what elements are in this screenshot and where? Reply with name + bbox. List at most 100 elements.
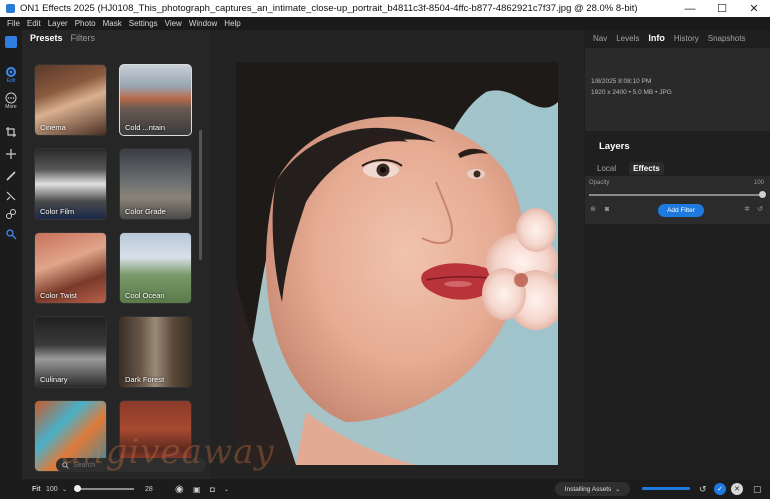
tab-nav[interactable]: Nav <box>593 34 607 43</box>
edit-tool[interactable]: Edit <box>0 66 22 84</box>
installing-assets-pill[interactable]: Installing Assets ⌄ <box>555 482 630 496</box>
installing-label: Installing Assets <box>564 485 612 493</box>
preset-tile[interactable]: Color Film <box>34 148 107 220</box>
tab-effects[interactable]: Effects <box>629 161 664 175</box>
search-ai-tool[interactable] <box>0 228 22 240</box>
preset-tile[interactable]: Dark Forest <box>119 316 192 388</box>
tab-local[interactable]: Local <box>593 162 620 175</box>
tab-levels[interactable]: Levels <box>616 34 639 43</box>
bottom-bar: Fit 100 ⌄ 28 ◉ ▣ ◘ ⌄ Installing Assets ⌄… <box>0 479 770 499</box>
info-details: 1920 x 2400 • 5.0 MB • JPG <box>591 89 672 96</box>
slider-value: 28 <box>145 485 153 493</box>
preset-tile[interactable]: Cinema <box>34 64 107 136</box>
install-progress <box>642 487 690 490</box>
opacity-slider-track[interactable] <box>589 194 761 196</box>
presets-tabs: Presets Filters <box>22 30 210 46</box>
info-date: 1/8/2025 8:08:10 PM <box>591 78 652 85</box>
preset-label: Color Grade <box>125 207 166 216</box>
apply-button[interactable]: ✓ <box>714 483 726 495</box>
tab-info[interactable]: Info <box>648 33 665 43</box>
app-logo[interactable] <box>5 36 17 48</box>
crop-tool[interactable] <box>0 126 22 138</box>
add-filter-button[interactable]: Add Filter <box>658 204 704 217</box>
info-box: 1/8/2025 8:08:10 PM 1920 x 2400 • 5.0 MB… <box>585 48 770 131</box>
menu-settings[interactable]: Settings <box>129 19 158 28</box>
tab-history[interactable]: History <box>674 34 699 43</box>
settings-icon[interactable]: ✲ <box>743 206 751 214</box>
preset-label: Color Film <box>40 207 75 216</box>
move-tool[interactable] <box>0 148 22 160</box>
move-icon <box>6 149 16 159</box>
panel-toggle-icon[interactable]: ▢ <box>753 479 762 499</box>
zoom-slider-track[interactable] <box>76 488 134 490</box>
close-button[interactable]: ✕ <box>738 2 770 15</box>
progress-fill <box>642 487 690 490</box>
opacity-slider-knob[interactable] <box>759 191 766 198</box>
edit-label: Edit <box>6 78 16 84</box>
brush-icon <box>6 171 16 181</box>
search-icon <box>62 461 69 469</box>
tool-rail: Edit More <box>0 30 22 479</box>
menu-layer[interactable]: Layer <box>48 19 68 28</box>
visibility-icon[interactable]: ⊕ <box>589 206 597 214</box>
mask-icon <box>6 209 16 219</box>
chevron-down-icon: ⌄ <box>615 486 621 493</box>
image-canvas[interactable] <box>210 30 584 479</box>
presets-scrollbar[interactable] <box>199 130 202 260</box>
portrait-image <box>236 62 558 465</box>
reset-icon[interactable]: ↺ <box>756 206 764 214</box>
window-title: ON1 Effects 2025 (HJ0108_This_photograph… <box>20 3 638 14</box>
mask-tool[interactable] <box>0 208 22 220</box>
undo-icon[interactable]: ↺ <box>699 479 707 499</box>
preset-tile[interactable]: Color Grade <box>119 148 192 220</box>
effects-box: Opacity 100 ⊕ ◙ Add Filter ✲ ↺ <box>585 176 770 224</box>
menu-view[interactable]: View <box>165 19 182 28</box>
retouch-tool[interactable] <box>0 190 22 202</box>
menu-file[interactable]: File <box>7 19 20 28</box>
opacity-label: Opacity <box>589 180 610 186</box>
preview-eye-icon[interactable]: ◉ <box>175 479 184 499</box>
tab-filters[interactable]: Filters <box>71 33 96 43</box>
title-bar: ON1 Effects 2025 (HJ0108_This_photograph… <box>0 0 770 17</box>
zoom-value[interactable]: 100 <box>46 479 58 499</box>
more-icon <box>5 92 17 104</box>
preset-label: Culinary <box>40 375 68 384</box>
menu-mask[interactable]: Mask <box>103 19 122 28</box>
preset-label: Color Twist <box>40 291 77 300</box>
preset-search[interactable] <box>56 458 206 472</box>
search-input[interactable] <box>73 461 193 469</box>
zoom-slider-knob[interactable] <box>74 485 81 492</box>
menu-photo[interactable]: Photo <box>75 19 96 28</box>
portrait-photo <box>236 62 558 465</box>
compare-icon[interactable]: ▣ <box>193 479 201 499</box>
tab-presets[interactable]: Presets <box>30 33 63 43</box>
preset-tile[interactable]: Culinary <box>34 316 107 388</box>
layer-tabs: Local Effects <box>584 160 770 176</box>
menu-edit[interactable]: Edit <box>27 19 41 28</box>
layers-title: Layers <box>599 141 630 152</box>
menu-help[interactable]: Help <box>224 19 240 28</box>
more-tool[interactable]: More <box>0 92 22 110</box>
preset-tile-selected[interactable]: Cold ...ntain <box>119 64 192 136</box>
retouch-icon <box>6 191 16 201</box>
maximize-button[interactable]: ☐ <box>706 2 738 15</box>
view-dropdown-icon[interactable]: ⌄ <box>224 479 229 499</box>
preset-label: Dark Forest <box>125 375 165 384</box>
mask-toggle-icon[interactable]: ◙ <box>603 206 611 214</box>
gear-icon <box>6 67 16 77</box>
app-icon <box>6 4 15 13</box>
minimize-button[interactable]: — <box>674 3 706 15</box>
preset-label: Cold ...ntain <box>125 123 166 132</box>
fit-button[interactable]: Fit <box>32 479 41 499</box>
menu-window[interactable]: Window <box>189 19 217 28</box>
tab-snapshots[interactable]: Snapshots <box>708 34 746 43</box>
magnify-icon <box>6 229 17 240</box>
cancel-button[interactable]: ✕ <box>731 483 743 495</box>
view-mode-icon[interactable]: ◘ <box>210 479 215 499</box>
zoom-dropdown-icon[interactable]: ⌄ <box>62 479 67 499</box>
preset-tile[interactable]: Cool Ocean <box>119 232 192 304</box>
preset-tile[interactable]: Color Twist <box>34 232 107 304</box>
brush-tool[interactable] <box>0 170 22 182</box>
menu-bar: File Edit Layer Photo Mask Settings View… <box>0 17 770 30</box>
presets-panel: Presets Filters Cinema Cold ...ntain Col… <box>22 30 210 479</box>
